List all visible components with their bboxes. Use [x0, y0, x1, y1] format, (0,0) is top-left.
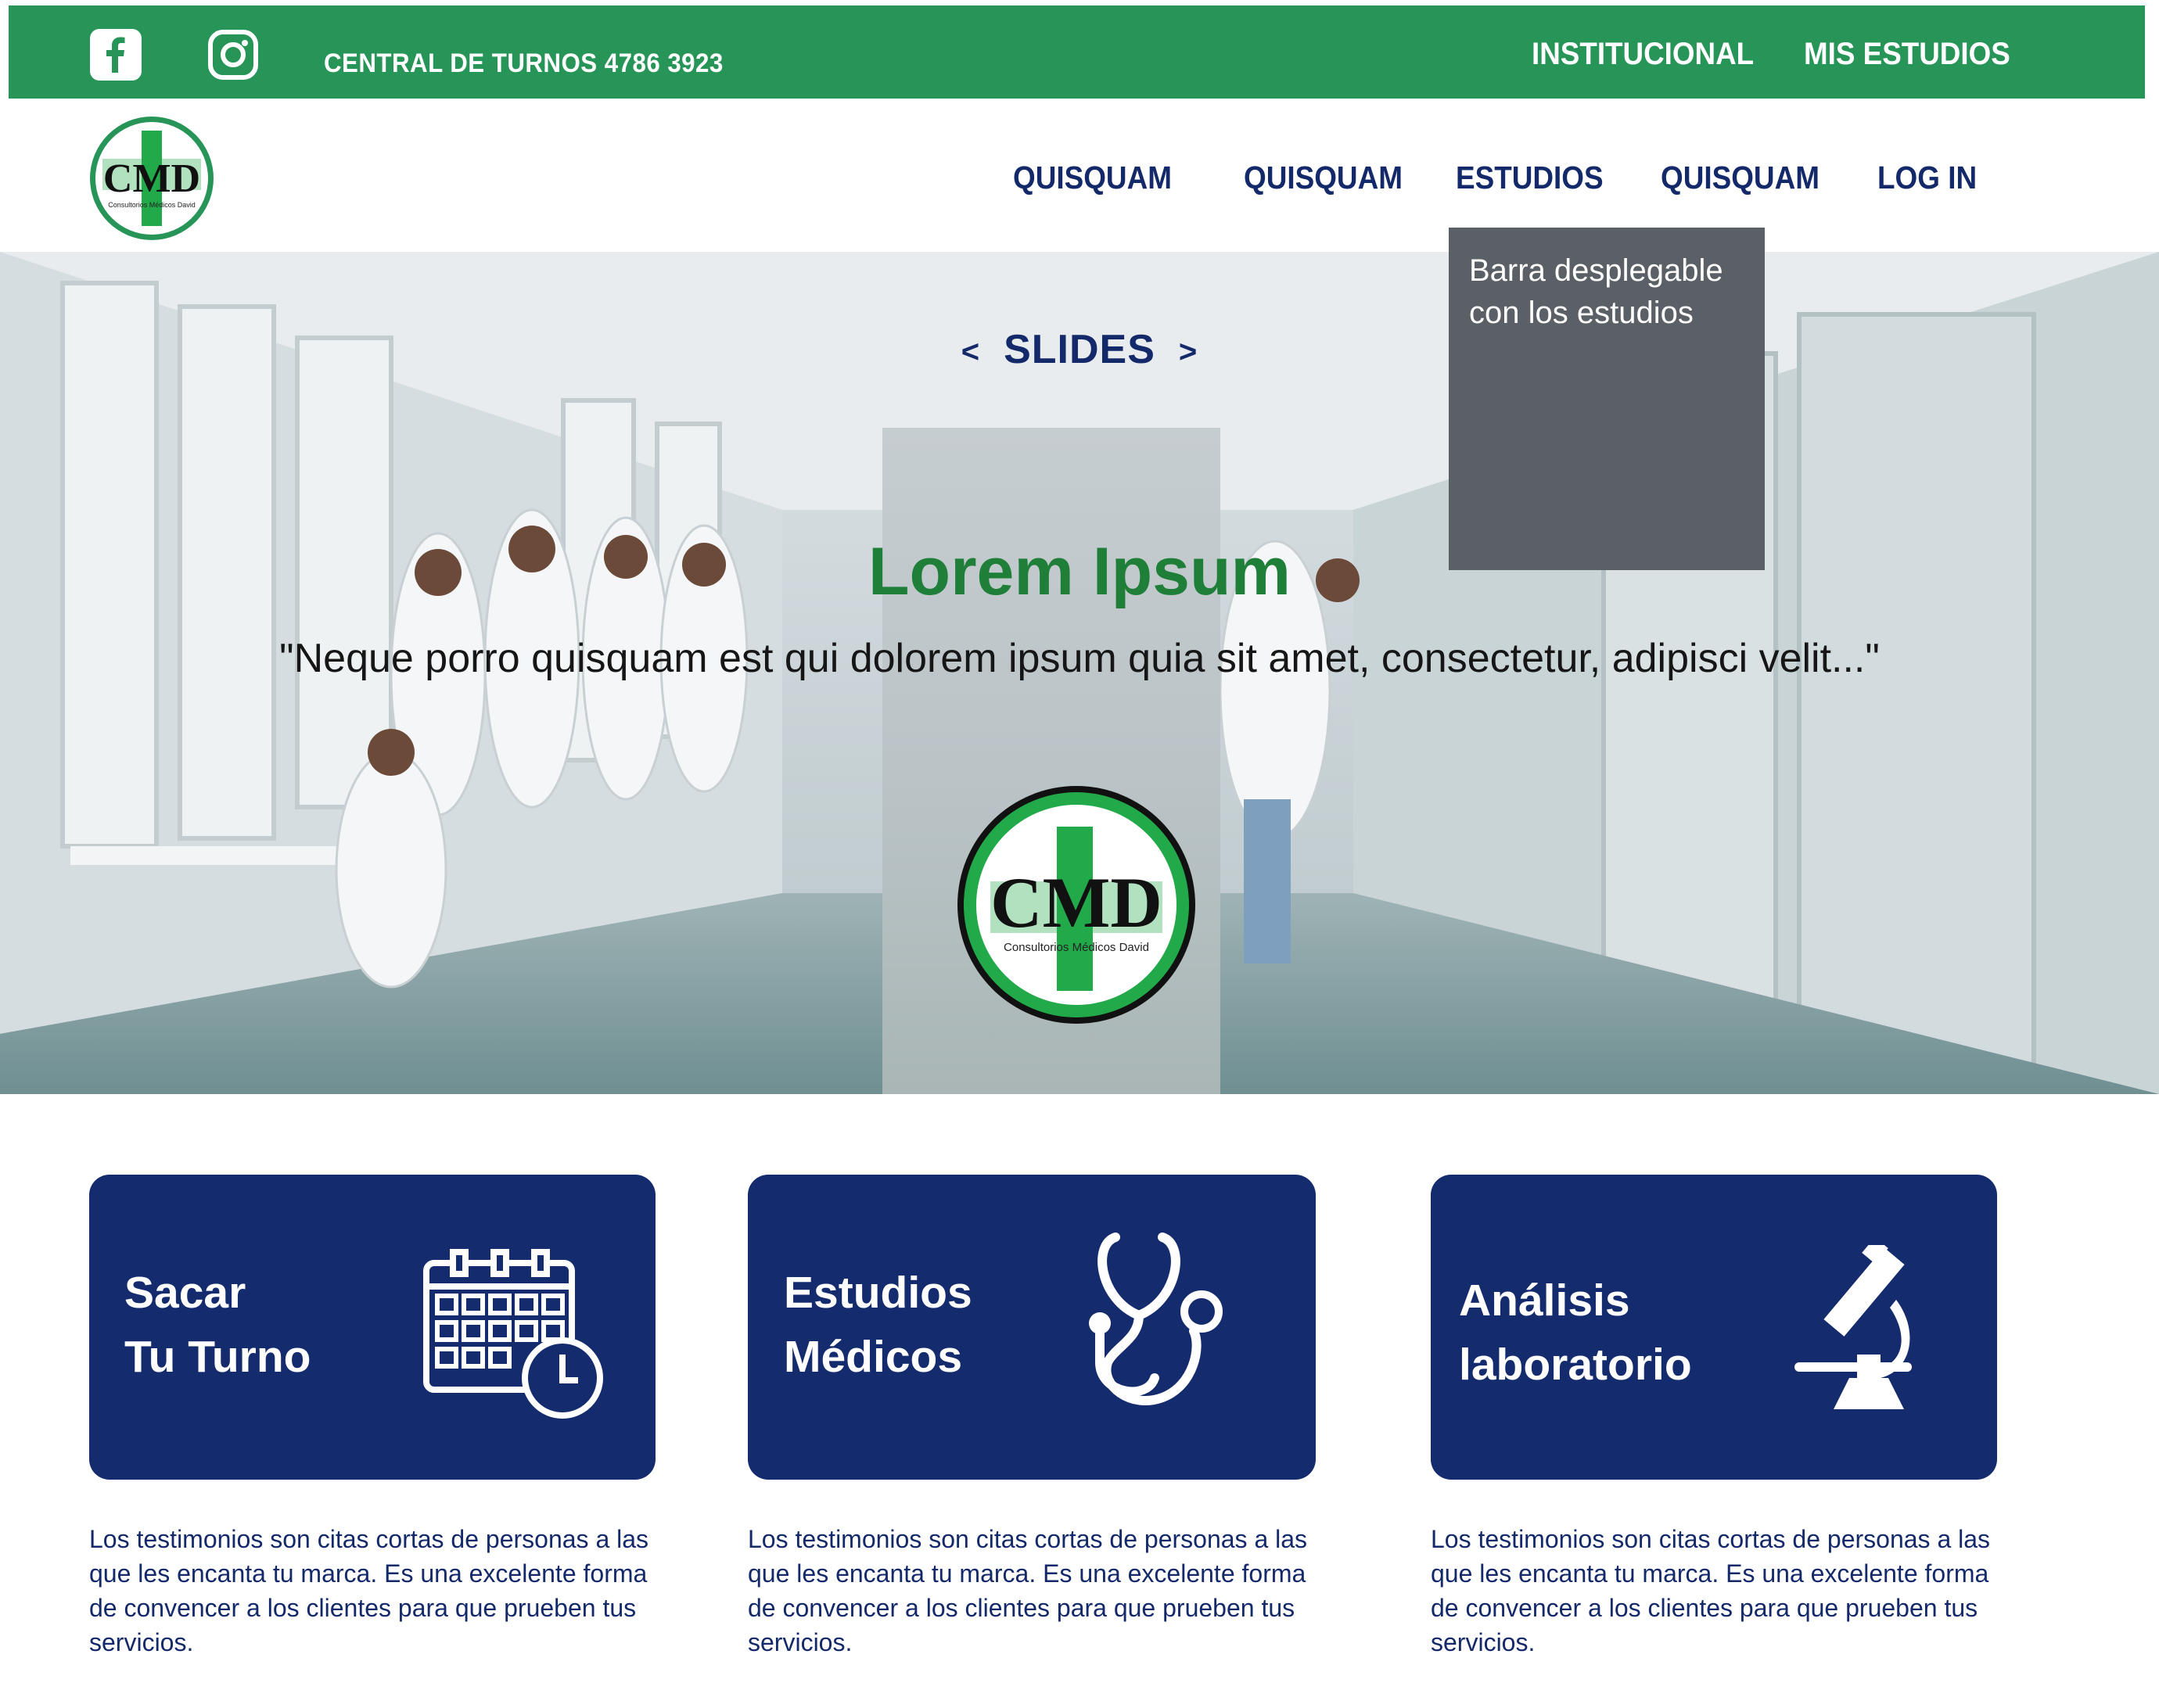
- dropdown-text: Barra desplegable con los estudios: [1469, 253, 1723, 330]
- institucional-link[interactable]: INSTITUCIONAL: [1532, 37, 1754, 72]
- svg-text:CMD: CMD: [103, 156, 200, 201]
- estudios-dropdown[interactable]: Barra desplegable con los estudios: [1449, 228, 1765, 570]
- hero-logo: CMD Consultorios Médicos David: [955, 784, 1198, 1026]
- slides-prev-button[interactable]: <: [961, 335, 980, 369]
- card-description: Los testimonios son citas cortas de pers…: [748, 1525, 1308, 1656]
- nav-item-estudios[interactable]: ESTUDIOS: [1456, 160, 1604, 196]
- instagram-icon[interactable]: [207, 29, 259, 81]
- nav-item-quisquam-1[interactable]: QUISQUAM: [1013, 160, 1172, 196]
- slides-control: < SLIDES >: [0, 326, 2159, 373]
- nav-item-quisquam-3[interactable]: QUISQUAM: [1661, 160, 1820, 196]
- card-sacar-turno[interactable]: Sacar Tu Turno: [89, 1175, 656, 1480]
- cmd-logo[interactable]: CMD Consultorios Médicos David: [87, 113, 217, 243]
- card-title-line2: Tu Turno: [124, 1332, 311, 1382]
- calendar-clock-icon: [422, 1249, 609, 1425]
- top-bar: CENTRAL DE TURNOS 4786 3923 INSTITUCIONA…: [9, 5, 2145, 99]
- card-title-line2: Médicos: [784, 1332, 963, 1382]
- mis-estudios-link[interactable]: MIS ESTUDIOS: [1804, 37, 2010, 72]
- card-title-line2: laboratorio: [1459, 1340, 1692, 1390]
- card-title-line1: Sacar: [124, 1268, 246, 1318]
- card-analisis-laboratorio[interactable]: Análisis laboratorio: [1431, 1175, 1997, 1480]
- hero-title: Lorem Ipsum: [868, 534, 1291, 609]
- phone-text: CENTRAL DE TURNOS 4786 3923: [324, 48, 724, 78]
- nav-item-quisquam-2[interactable]: QUISQUAM: [1244, 160, 1403, 196]
- card-description: Los testimonios son citas cortas de pers…: [89, 1525, 649, 1656]
- card-title-line1: Estudios: [784, 1268, 972, 1318]
- microscope-icon: [1794, 1236, 1935, 1421]
- hero-banner: < SLIDES > Lorem Ipsum "Neque porro quisqu…: [0, 252, 2159, 1094]
- nav-bar: CMD Consultorios Médicos David QUISQUAM …: [9, 99, 2145, 252]
- svg-text:Consultorios Médicos David: Consultorios Médicos David: [1004, 941, 1149, 954]
- slides-next-button[interactable]: >: [1179, 335, 1198, 369]
- card-description: Los testimonios son citas cortas de pers…: [1431, 1525, 1991, 1656]
- svg-text:CMD: CMD: [990, 863, 1162, 942]
- slides-label: SLIDES: [1004, 327, 1155, 372]
- hero-quote: "Neque porro quisquam est qui dolorem ip…: [279, 636, 1880, 681]
- facebook-icon[interactable]: [90, 29, 142, 81]
- card-title-line1: Análisis: [1459, 1276, 1630, 1326]
- nav-item-log-in[interactable]: LOG IN: [1877, 160, 1977, 196]
- svg-text:Consultorios Médicos David: Consultorios Médicos David: [108, 201, 196, 209]
- stethoscope-icon: [1084, 1222, 1225, 1429]
- card-estudios-medicos[interactable]: Estudios Médicos: [748, 1175, 1316, 1480]
